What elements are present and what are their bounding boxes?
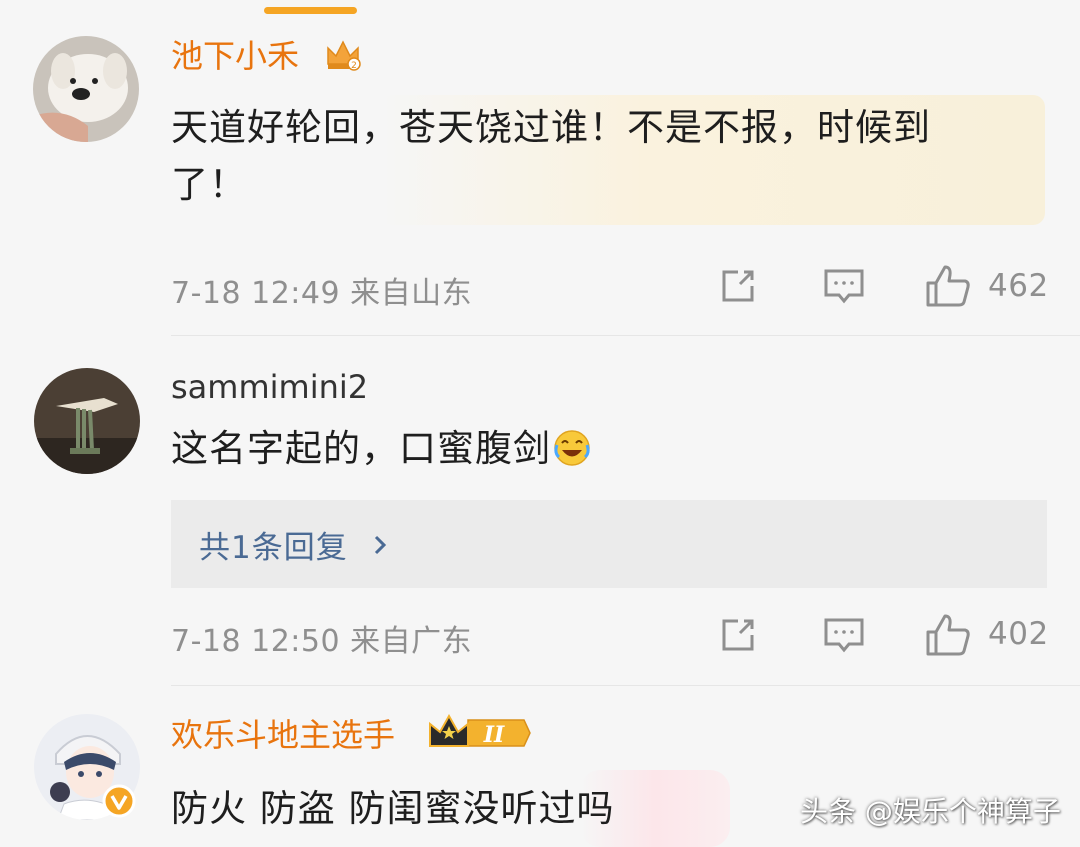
reply-box[interactable]: 共1条回复 [171,500,1047,588]
badge-text: II [483,722,505,748]
avatar[interactable] [34,368,140,474]
share-icon[interactable] [718,266,758,310]
comment-meta: 7-18 12:50 来自广东 [171,624,473,659]
scroll-indicator [264,7,357,14]
divider [171,335,1080,336]
username[interactable]: 欢乐斗地主选手 [171,715,395,755]
username[interactable]: sammimini2 [171,367,368,407]
avatar[interactable] [33,36,139,142]
chevron-right-icon [373,528,387,564]
view-replies-link[interactable]: 共1条回复 [199,522,387,567]
thumbs-up-icon[interactable] [925,612,971,662]
reply-label: 共1条回复 [199,530,348,566]
watermark: 头条 @娱乐个神算子 [800,795,1061,828]
comment-text: 这名字起的，口蜜腹剑 [171,427,551,470]
comment-text-row: 这名字起的，口蜜腹剑 [171,420,591,483]
crown-level-2-icon[interactable]: 2 [324,36,362,78]
username[interactable]: 池下小禾 [171,36,299,76]
thumbs-up-icon[interactable] [925,263,971,313]
divider [171,685,1080,686]
svg-text:2: 2 [351,61,357,71]
laugh-cry-emoji-icon [553,426,591,483]
comment-text: 天道好轮回，苍天饶过谁！不是不报，时候到了！ [171,106,931,206]
comment-meta: 7-18 12:49 来自山东 [171,276,473,311]
comment-icon[interactable] [823,268,865,310]
share-icon[interactable] [718,615,758,659]
like-count: 462 [988,268,1049,304]
comment-icon[interactable] [823,617,865,659]
like-count: 402 [988,616,1049,652]
vip-crown-II-icon[interactable]: II [428,712,532,758]
verified-badge-icon [102,784,136,822]
